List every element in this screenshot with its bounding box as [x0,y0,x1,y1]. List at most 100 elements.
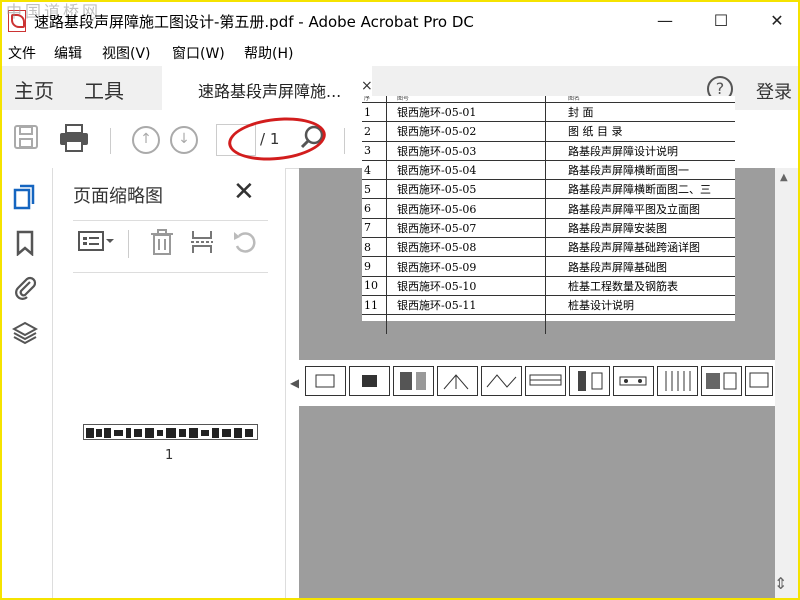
divider [128,230,129,258]
row-number: 10 [362,276,387,296]
table-row: 7 银西施环-05-07 路基段声屏障安装图 [362,218,735,239]
drawing-code: 银西施环-05-11 [386,295,546,316]
filmstrip-thumb[interactable] [437,366,478,396]
filmstrip-thumb[interactable] [657,366,698,396]
drawing-code: 银西施环-05-07 [386,218,546,239]
filmstrip-thumb[interactable] [745,366,773,396]
menu-bar: 文件 编辑 视图(V) 窗口(W) 帮助(H) [2,40,798,66]
previous-page-icon[interactable]: ↑ [132,126,160,154]
row-number: 5 [362,179,387,200]
filmstrip-thumb[interactable] [569,366,610,396]
maximize-button[interactable]: ☐ [704,4,738,38]
filmstrip-thumb[interactable] [305,366,346,396]
drawing-name: 路基段声屏障基础图 [545,256,735,277]
row-number: 2 [362,121,387,142]
tab-document[interactable]: 速路基段声屏障施... × [162,66,373,110]
app-window: 中国道桥网 速路基段声屏障施工图设计-第五册.pdf - Adobe Acrob… [0,0,800,600]
row-number: 7 [362,218,387,239]
table-row: 11 银西施环-05-11 桩基设计说明 [362,295,735,316]
empty-cell [386,314,546,334]
drawing-name: 封 面 [545,102,735,123]
annotation-oval [226,112,328,166]
table-row: 8 银西施环-05-08 路基段声屏障基础跨涵详图 [362,237,735,258]
attachment-icon[interactable] [12,274,38,300]
drawing-code: 银西施环-05-03 [386,141,546,161]
menu-window[interactable]: 窗口(W) [172,43,225,63]
window-title: 速路基段声屏障施工图设计-第五册.pdf - Adobe Acrobat Pro… [34,13,474,31]
drawing-code: 银西施环-05-02 [386,121,546,142]
drawing-name: 图 纸 目 录 [545,121,735,142]
filmstrip-thumb[interactable] [481,366,522,396]
toolbar-divider [110,128,111,154]
page-thumbnails-icon[interactable] [12,184,38,210]
row-number: 4 [362,160,387,181]
row-number: 8 [362,237,387,258]
delete-icon[interactable] [149,228,175,258]
table-row: 9 银西施环-05-09 路基段声屏障基础图 [362,256,735,277]
drawing-name: 路基段声屏障基础跨涵详图 [545,237,735,258]
toolbar-divider [344,128,345,154]
drawing-code: 银西施环-05-10 [386,276,546,296]
menu-view[interactable]: 视图(V) [102,43,151,63]
tab-document-label: 速路基段声屏障施... [198,82,342,101]
title-bar: 中国道桥网 速路基段声屏障施工图设计-第五册.pdf - Adobe Acrob… [2,2,798,40]
table-row: 10 银西施环-05-10 桩基工程数量及钢筋表 [362,276,735,296]
row-number: 11 [362,295,387,316]
row-number: 6 [362,198,387,219]
extract-pages-icon[interactable] [189,228,215,258]
table-row: 6 银西施环-05-06 路基段声屏障平图及立面图 [362,198,735,219]
empty-cell [362,314,387,334]
row-number: 3 [362,141,387,161]
scroll-up-icon[interactable]: ▲ [780,172,788,183]
table-row [362,314,735,334]
drawing-name: 桩基设计说明 [545,295,735,316]
minimize-button[interactable]: — [648,4,682,38]
next-page-icon[interactable]: ↓ [170,126,198,154]
rotate-icon[interactable] [231,228,259,258]
menu-help[interactable]: 帮助(H) [244,43,293,63]
menu-file[interactable]: 文件 [8,43,36,63]
tab-home[interactable]: 主页 [14,75,54,104]
filmstrip-thumb[interactable] [525,366,566,396]
divider [73,272,268,273]
drawing-code: 银西施环-05-09 [386,256,546,277]
layers-icon[interactable] [11,320,39,346]
drawing-name: 路基段声屏障横断面图一 [545,160,735,181]
filmstrip-thumb[interactable] [349,366,390,396]
vertical-scrollbar[interactable] [775,168,798,598]
page-thumbnail[interactable] [83,424,258,440]
panel-close-icon[interactable]: ✕ [233,177,255,207]
filmstrip-left-icon[interactable]: ◀ [290,376,299,390]
filmstrip-thumb[interactable] [701,366,742,396]
table-row: 3 银西施环-05-03 路基段声屏障设计说明 [362,141,735,161]
drawing-code: 银西施环-05-06 [386,198,546,219]
menu-edit[interactable]: 编辑 [54,43,82,63]
tab-tools[interactable]: 工具 [84,75,124,104]
drawing-name: 路基段声屏障安装图 [545,218,735,239]
drawing-list-table: 序图号 图名 1 银西施环-05-01 封 面 2 银西施环-05-02 图 纸 目 录 3 银西… [362,96,735,334]
login-button[interactable]: 登录 [756,78,792,104]
table-row: 2 银西施环-05-02 图 纸 目 录 [362,121,735,142]
drawing-name: 路基段声屏障横断面图二、三 [545,179,735,200]
bookmark-icon[interactable] [12,230,38,257]
table-row: 5 银西施环-05-05 路基段声屏障横断面图二、三 [362,179,735,200]
divider [73,220,268,221]
tab-close-icon[interactable]: × [361,78,373,94]
navigation-pane-icons [2,168,52,598]
document-page: 序图号 图名 1 银西施环-05-01 封 面 2 银西施环-05-02 图 纸 目 录 3 银西… [362,96,735,334]
filmstrip-thumb[interactable] [393,366,434,396]
page-fit-icon[interactable]: ⇕ [774,574,787,593]
drawing-code: 银西施环-05-05 [386,179,546,200]
row-number: 9 [362,256,387,277]
page-filmstrip[interactable] [299,360,775,406]
save-icon[interactable] [12,124,40,152]
print-icon[interactable] [58,124,90,152]
thumbnail-page-label: 1 [165,448,174,463]
filmstrip-thumb[interactable] [613,366,654,396]
thumbnail-options-icon[interactable] [77,228,115,258]
row-number: 1 [362,102,387,123]
thumbnail-panel: 页面缩略图 ✕ 1 [52,168,286,598]
drawing-name: 路基段声屏障设计说明 [545,141,735,161]
table-row: 1 银西施环-05-01 封 面 [362,102,735,123]
close-window-button[interactable]: ✕ [760,4,794,38]
